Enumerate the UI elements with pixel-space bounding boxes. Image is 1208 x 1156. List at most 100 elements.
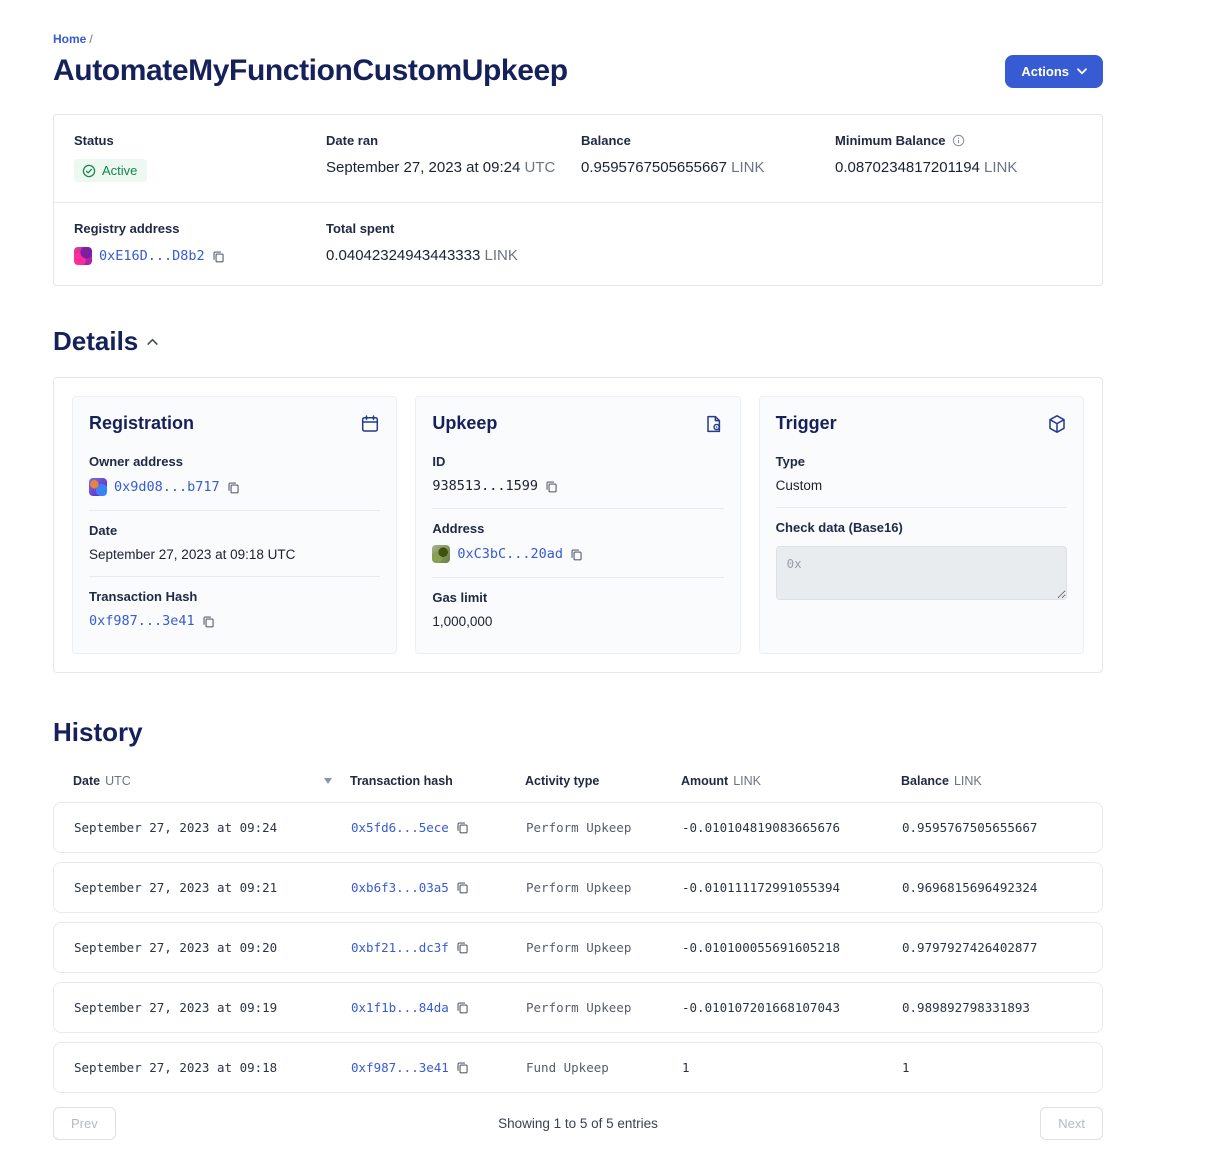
row-hash: 0xb6f3...03a5 (351, 880, 526, 895)
owner-identicon (89, 478, 107, 496)
check-circle-icon (82, 164, 96, 178)
document-gear-icon (704, 414, 724, 434)
breadcrumb-separator: / (89, 32, 92, 46)
check-data-field: Check data (Base16) (776, 507, 1067, 617)
registration-tx-link[interactable]: 0xf987...3e41 (89, 613, 195, 629)
prev-button[interactable]: Prev (53, 1107, 116, 1140)
sort-descending-icon[interactable] (324, 778, 332, 784)
copy-icon[interactable] (545, 480, 558, 493)
trigger-title: Trigger (776, 413, 837, 434)
status-badge: Active (74, 159, 147, 182)
registry-address-label: Registry address (74, 221, 326, 236)
total-spent-label: Total spent (326, 221, 581, 236)
pagination: Prev Showing 1 to 5 of 5 entries Next (53, 1107, 1103, 1140)
transaction-hash-label: Transaction Hash (89, 589, 380, 604)
calendar-icon (360, 414, 380, 434)
breadcrumb-home-link[interactable]: Home (53, 32, 86, 46)
table-row: September 27, 2023 at 09:24 0x5fd6...5ec… (53, 802, 1103, 853)
min-balance-label: Minimum Balance (835, 133, 946, 148)
summary-row-2: Registry address 0xE16D...D8b2 Total spe… (54, 202, 1102, 285)
min-balance-field: Minimum Balance 0.0870234817201194 LINK (835, 133, 1082, 182)
total-spent-unit: LINK (485, 247, 518, 264)
date-ran-value: September 27, 2023 at 09:24 (326, 159, 520, 176)
transaction-hash-link[interactable]: 0xbf21...dc3f (351, 940, 449, 955)
breadcrumb: Home/ (53, 32, 1103, 46)
transaction-hash-link[interactable]: 0xb6f3...03a5 (351, 880, 449, 895)
upkeep-title: Upkeep (432, 413, 497, 434)
row-amount: -0.010100055691605218 (682, 940, 902, 955)
upkeep-address-field: Address 0xC3bC...20ad (432, 508, 723, 577)
row-activity: Perform Upkeep (526, 940, 682, 955)
date-ran-label: Date ran (326, 133, 581, 148)
check-data-label: Check data (Base16) (776, 520, 1067, 535)
row-balance: 1 (902, 1060, 1082, 1075)
registration-panel: Registration Owner address 0x9d08...b717… (72, 396, 397, 654)
registry-identicon (74, 247, 92, 265)
history-table-header: Date UTC Transaction hash Activity type … (53, 768, 1103, 802)
collapse-chevron-up-icon[interactable] (147, 337, 158, 346)
row-balance: 0.9797927426402877 (902, 940, 1082, 955)
date-ran-field: Date ran September 27, 2023 at 09:24 UTC (326, 133, 581, 182)
date-ran-unit: UTC (524, 159, 555, 176)
row-date: September 27, 2023 at 09:21 (74, 880, 351, 895)
actions-button[interactable]: Actions (1005, 55, 1103, 88)
copy-icon[interactable] (456, 1061, 469, 1074)
info-icon[interactable] (952, 134, 965, 147)
table-row: September 27, 2023 at 09:20 0xbf21...dc3… (53, 922, 1103, 973)
activity-column-label: Activity type (525, 774, 599, 788)
date-column-unit: UTC (105, 774, 131, 788)
column-header-hash[interactable]: Transaction hash (350, 774, 525, 788)
column-header-amount[interactable]: Amount LINK (681, 774, 901, 788)
owner-address-link[interactable]: 0x9d08...b717 (114, 479, 220, 495)
check-data-input[interactable] (776, 546, 1067, 600)
pagination-summary: Showing 1 to 5 of 5 entries (116, 1116, 1041, 1131)
copy-icon[interactable] (456, 821, 469, 834)
registry-address-field: Registry address 0xE16D...D8b2 (74, 221, 326, 265)
upkeep-address-label: Address (432, 521, 723, 536)
registration-title: Registration (89, 413, 194, 434)
transaction-hash-link[interactable]: 0x1f1b...84da (351, 1000, 449, 1015)
table-row: September 27, 2023 at 09:18 0xf987...3e4… (53, 1042, 1103, 1093)
history-rows: September 27, 2023 at 09:24 0x5fd6...5ec… (53, 802, 1103, 1093)
next-button[interactable]: Next (1040, 1107, 1103, 1140)
balance-unit: LINK (731, 159, 764, 176)
copy-icon[interactable] (570, 548, 583, 561)
copy-icon[interactable] (212, 250, 225, 263)
copy-icon[interactable] (202, 615, 215, 628)
row-hash: 0x5fd6...5ece (351, 820, 526, 835)
balance-value: 0.9595767505655667 (581, 159, 727, 176)
copy-icon[interactable] (456, 1001, 469, 1014)
column-header-activity[interactable]: Activity type (525, 774, 681, 788)
row-amount: 1 (682, 1060, 902, 1075)
row-amount: -0.010107201668107043 (682, 1000, 902, 1015)
gas-limit-value: 1,000,000 (432, 614, 723, 629)
amount-column-label: Amount (681, 774, 728, 788)
balance-field: Balance 0.9595767505655667 LINK (581, 133, 835, 182)
status-field: Status Active (74, 133, 326, 182)
owner-address-label: Owner address (89, 454, 380, 469)
actions-button-label: Actions (1021, 64, 1069, 79)
column-header-date[interactable]: Date UTC (73, 774, 350, 788)
row-date: September 27, 2023 at 09:18 (74, 1060, 351, 1075)
row-balance: 0.989892798331893 (902, 1000, 1082, 1015)
trigger-panel: Trigger Type Custom Check data (Base16) (759, 396, 1084, 654)
amount-column-unit: LINK (733, 774, 761, 788)
copy-icon[interactable] (456, 881, 469, 894)
transaction-hash-link[interactable]: 0xf987...3e41 (351, 1060, 449, 1075)
registry-address-link[interactable]: 0xE16D...D8b2 (99, 248, 205, 264)
gas-limit-field: Gas limit 1,000,000 (432, 577, 723, 643)
row-activity: Perform Upkeep (526, 880, 682, 895)
row-balance: 0.9595767505655667 (902, 820, 1082, 835)
gas-limit-label: Gas limit (432, 590, 723, 605)
details-heading-row: Details (53, 326, 1103, 357)
upkeep-panel: Upkeep ID 938513...1599 Address 0x (415, 396, 740, 654)
transaction-hash-link[interactable]: 0x5fd6...5ece (351, 820, 449, 835)
copy-icon[interactable] (227, 481, 240, 494)
copy-icon[interactable] (456, 941, 469, 954)
upkeep-address-link[interactable]: 0xC3bC...20ad (457, 546, 563, 562)
row-hash: 0xf987...3e41 (351, 1060, 526, 1075)
registration-date-field: Date September 27, 2023 at 09:18 UTC (89, 510, 380, 576)
column-header-balance[interactable]: Balance LINK (901, 774, 1083, 788)
upkeep-id-label: ID (432, 454, 723, 469)
transaction-hash-field: Transaction Hash 0xf987...3e41 (89, 576, 380, 643)
